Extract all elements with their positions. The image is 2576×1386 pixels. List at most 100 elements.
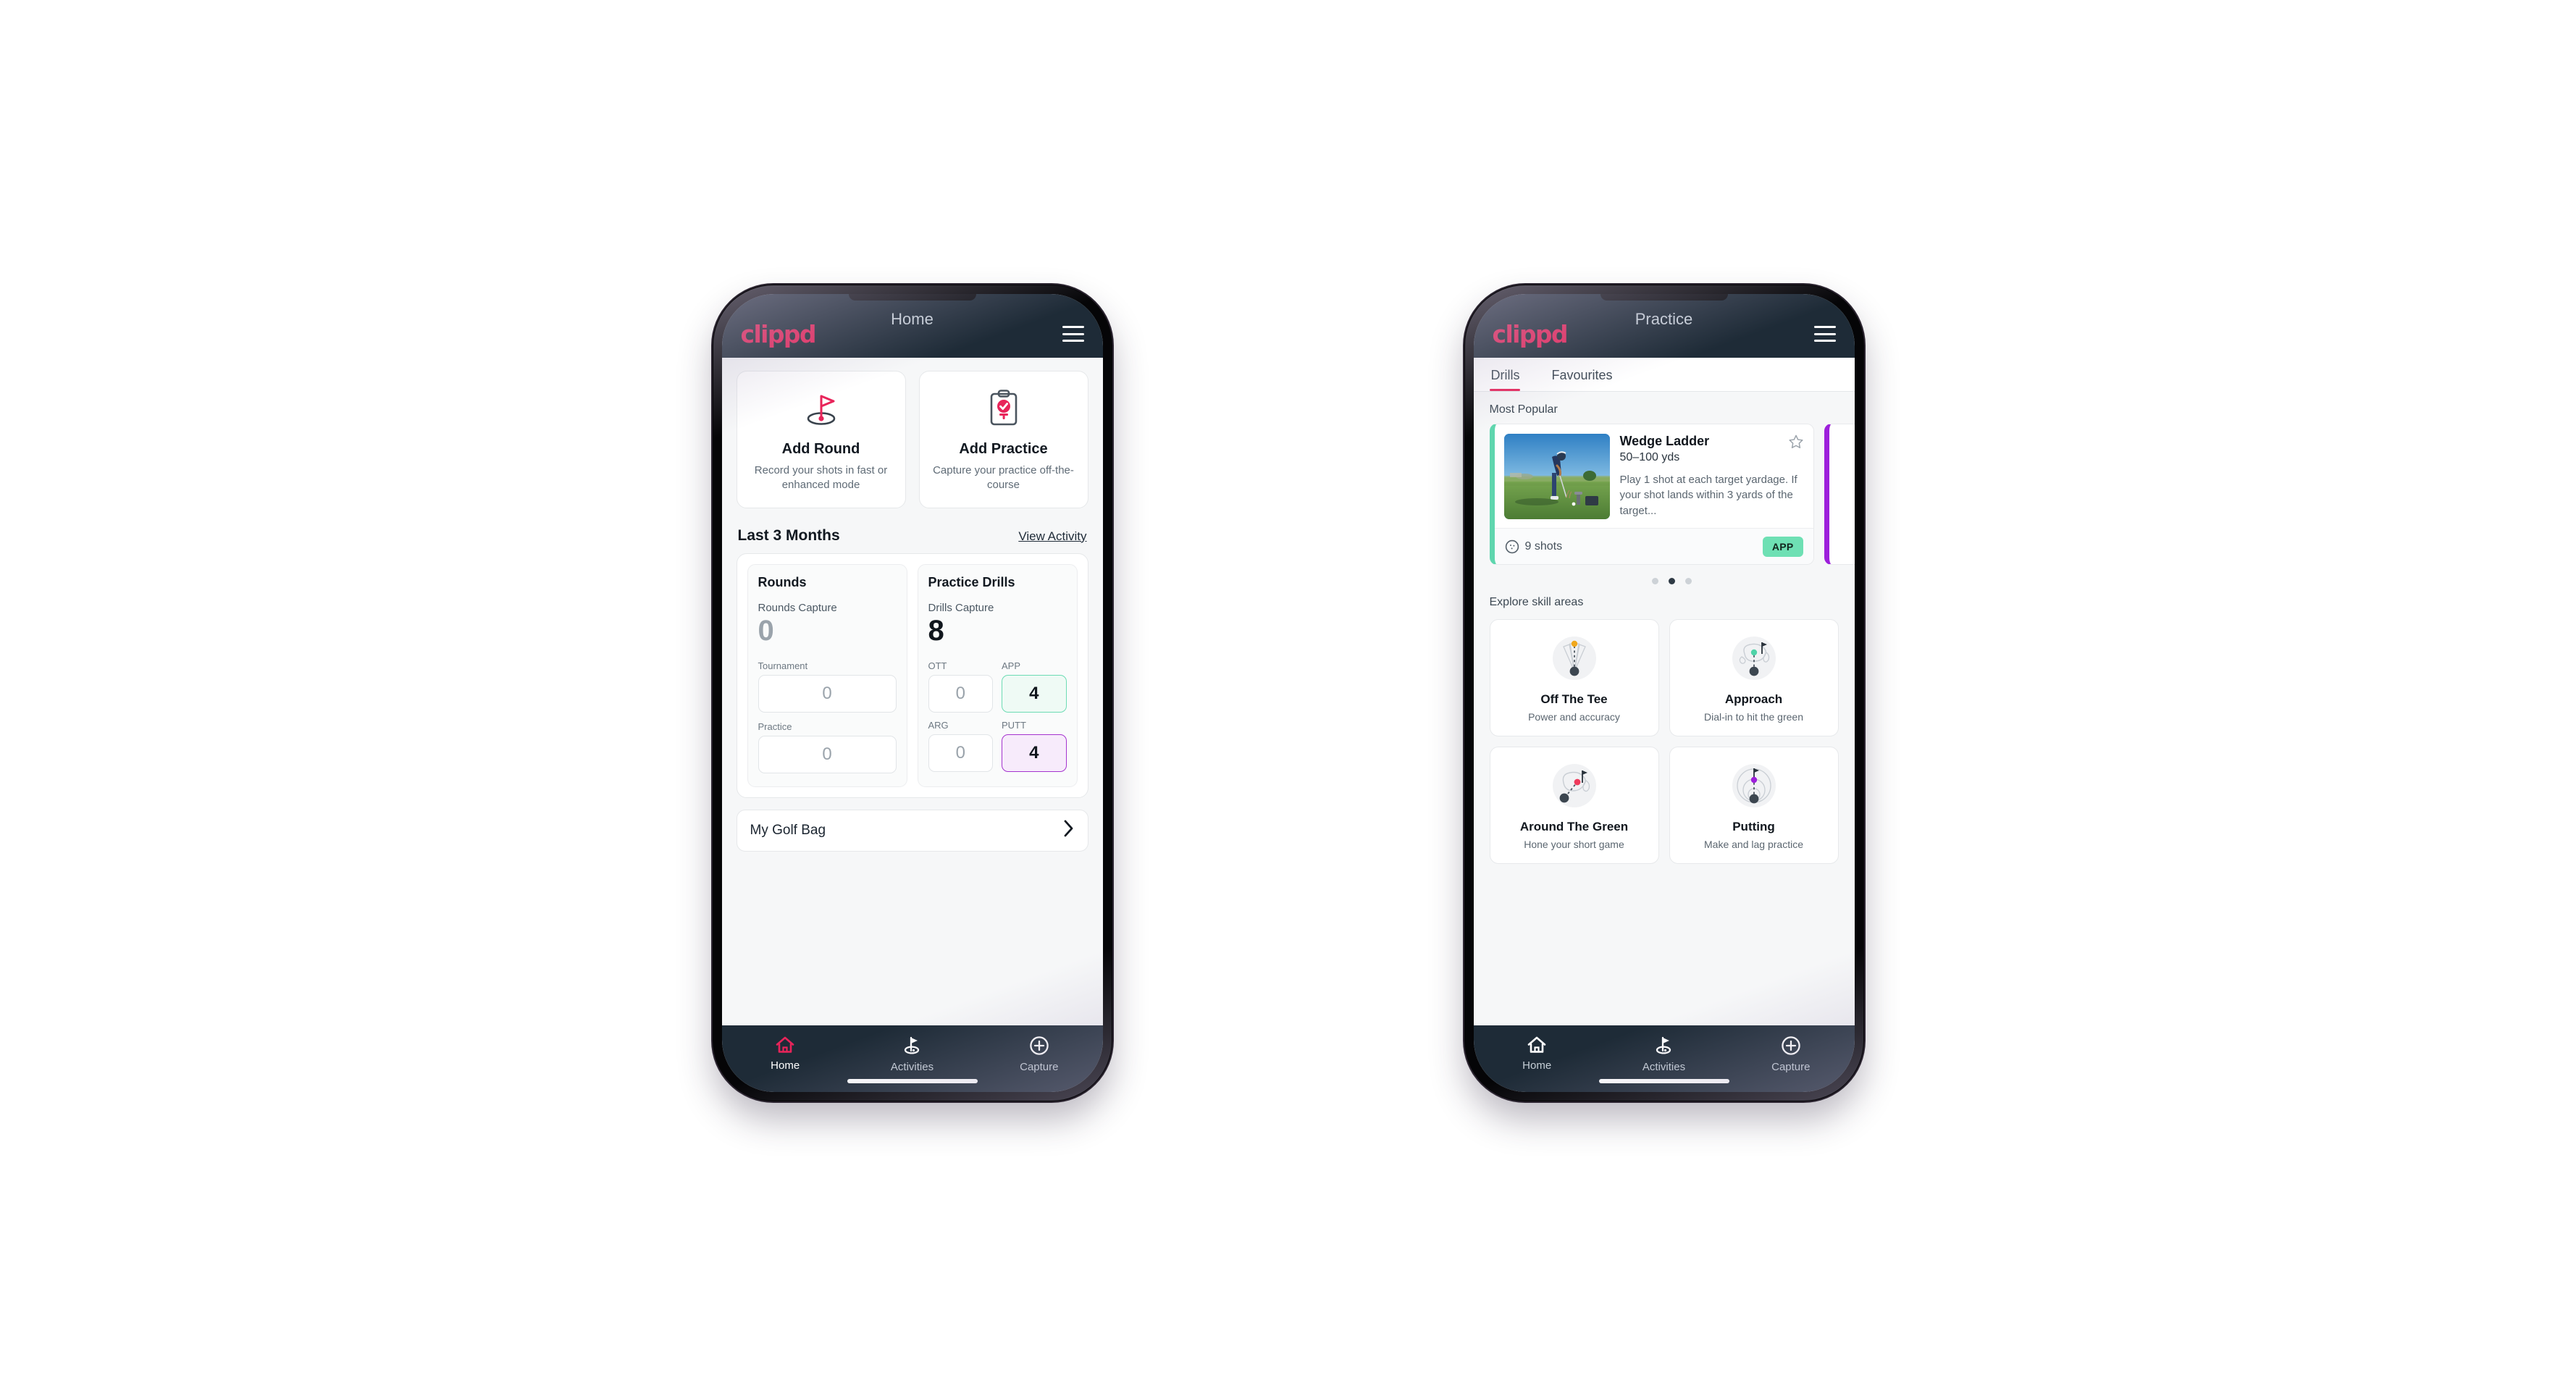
my-golf-bag-row[interactable]: My Golf Bag	[736, 809, 1088, 852]
tab-drills[interactable]: Drills	[1489, 358, 1532, 391]
skill-name: Around The Green	[1519, 820, 1629, 833]
my-golf-bag-label: My Golf Bag	[750, 822, 826, 838]
drills-field-putt: PUTT 4	[1002, 720, 1067, 772]
nav-label-activities: Activities	[1642, 1061, 1686, 1073]
section-title: Last 3 Months	[737, 526, 840, 544]
skill-sub: Hone your short game	[1524, 839, 1624, 850]
drills-field-arg: ARG 0	[928, 719, 993, 772]
skill-card-putting[interactable]: Putting Make and lag practice	[1669, 747, 1839, 864]
nav-label-activities: Activities	[890, 1061, 934, 1073]
drill-card[interactable]: Wedge Ladder 50–100 yds Play 1 shot at e…	[1489, 424, 1814, 565]
golf-activities-icon	[905, 1036, 920, 1054]
golf-ball-icon	[1505, 539, 1519, 553]
drill-card-footer: 9 shots APP	[1494, 528, 1813, 564]
home-indicator	[847, 1079, 978, 1083]
home-screen: clippd Home Add Round Record your shots …	[721, 294, 1103, 1092]
app-value-box[interactable]: 4	[1002, 674, 1067, 713]
add-practice-card[interactable]: Add Practice Capture your practice off-t…	[918, 371, 1088, 508]
nav-label-capture: Capture	[1020, 1061, 1059, 1073]
practice-tabs: Drills Favourites	[1473, 358, 1855, 392]
clippd-logo[interactable]: clippd	[741, 322, 817, 346]
skill-name: Putting	[1732, 820, 1775, 833]
nav-item-home[interactable]: Home	[722, 1036, 849, 1072]
skill-card-off-the-tee[interactable]: Off The Tee Power and accuracy	[1489, 619, 1659, 736]
explore-skill-areas-label: Explore skill areas	[1489, 596, 1584, 608]
nav-item-activities[interactable]: Activities	[1600, 1036, 1727, 1073]
home-indicator	[1598, 1079, 1729, 1083]
field-label: Practice	[758, 721, 792, 732]
field-label: PUTT	[1002, 719, 1026, 731]
carousel-dot-1[interactable]	[1652, 578, 1658, 584]
around-the-green-icon	[1496, 759, 1653, 812]
screenshot-stage: clippd Home Add Round Record your shots …	[0, 0, 2576, 1386]
golfer-chipping-photo	[1503, 434, 1610, 519]
phone-notch	[1600, 294, 1728, 301]
drill-info: Wedge Ladder 50–100 yds Play 1 shot at e…	[1620, 434, 1804, 519]
nav-item-capture[interactable]: Capture	[976, 1036, 1102, 1073]
phone-notch	[848, 294, 976, 301]
skill-sub: Dial-in to hit the green	[1704, 711, 1803, 723]
home-icon	[776, 1036, 794, 1053]
carousel-dot-3[interactable]	[1685, 578, 1692, 584]
clippd-logo[interactable]: clippd	[1493, 322, 1569, 346]
field-label: ARG	[928, 719, 949, 731]
rounds-field-tournament: Tournament 0	[758, 660, 897, 713]
off-the-tee-icon	[1496, 631, 1653, 685]
skill-card-around-the-green[interactable]: Around The Green Hone your short game	[1489, 747, 1659, 864]
hamburger-icon[interactable]	[1813, 326, 1836, 342]
most-popular-label: Most Popular	[1489, 403, 1558, 416]
drill-card-next-peek[interactable]	[1824, 424, 1855, 565]
clipboard-check-icon	[927, 387, 1081, 429]
rounds-capture-value: 0	[758, 614, 774, 647]
home-bottom-nav: Home Activities Capture	[721, 1025, 1103, 1092]
tab-favourites[interactable]: Favourites	[1551, 358, 1624, 391]
skill-sub: Power and accuracy	[1528, 711, 1620, 723]
home-appbar: clippd Home	[721, 294, 1103, 358]
add-round-title: Add Round	[781, 441, 860, 457]
drill-title: Wedge Ladder	[1619, 434, 1710, 448]
skill-areas-grid: Off The Tee Power and accuracy Approach …	[1474, 616, 1855, 864]
practice-screen: clippd Practice Drills Favourites Most P…	[1473, 294, 1855, 1092]
add-round-card[interactable]: Add Round Record your shots in fast or e…	[736, 371, 906, 508]
field-label: OTT	[928, 660, 947, 671]
phone-home: clippd Home Add Round Record your shots …	[712, 285, 1112, 1101]
drill-title-row: Wedge Ladder 50–100 yds	[1620, 434, 1804, 464]
plus-circle-icon	[1782, 1036, 1800, 1055]
stats-panel: Rounds Rounds Capture 0 Tournament 0 Pra…	[736, 553, 1088, 798]
practice-appbar: clippd Practice	[1473, 294, 1855, 358]
add-practice-title: Add Practice	[959, 441, 1048, 457]
drill-card-top: Wedge Ladder 50–100 yds Play 1 shot at e…	[1495, 424, 1813, 528]
carousel-dot-2[interactable]	[1669, 578, 1675, 584]
ott-value-box[interactable]: 0	[928, 674, 993, 713]
carousel-dots	[1490, 565, 1855, 584]
drill-shots-label: 9 shots	[1524, 539, 1563, 553]
drills-fields-grid: OTT 0 APP 4 ARG 0 PUTT 4	[928, 660, 1067, 772]
star-outline-icon[interactable]	[1788, 434, 1804, 453]
rounds-fields: Tournament 0 Practice 0	[758, 660, 897, 773]
drill-carousel[interactable]: Wedge Ladder 50–100 yds Play 1 shot at e…	[1474, 424, 1855, 584]
home-icon	[1527, 1036, 1546, 1053]
chevron-right-icon	[1063, 819, 1075, 841]
rounds-field-practice: Practice 0	[758, 721, 897, 773]
putting-icon	[1676, 759, 1832, 812]
tournament-value-box[interactable]: 0	[758, 674, 897, 713]
nav-item-activities[interactable]: Activities	[849, 1036, 976, 1073]
hamburger-icon[interactable]	[1062, 326, 1084, 342]
nav-item-capture[interactable]: Capture	[1727, 1036, 1854, 1073]
plus-circle-icon	[1030, 1036, 1049, 1055]
putt-value-box[interactable]: 4	[1002, 734, 1067, 772]
field-label: APP	[1002, 660, 1021, 671]
skill-card-approach[interactable]: Approach Dial-in to hit the green	[1669, 619, 1839, 736]
golf-flag-icon	[744, 387, 898, 429]
drill-shots: 9 shots	[1505, 539, 1563, 554]
nav-label-home: Home	[1522, 1059, 1552, 1072]
nav-item-home[interactable]: Home	[1474, 1036, 1600, 1072]
approach-icon	[1676, 631, 1832, 685]
add-round-subtitle: Record your shots in fast or enhanced mo…	[754, 464, 888, 492]
view-activity-link[interactable]: View Activity	[1018, 529, 1086, 544]
quick-actions-row: Add Round Record your shots in fast or e…	[722, 358, 1103, 508]
skill-name: Off The Tee	[1540, 692, 1608, 706]
arg-value-box[interactable]: 0	[928, 734, 993, 772]
practice-value-box[interactable]: 0	[758, 735, 897, 773]
practice-bottom-nav: Home Activities Capture	[1473, 1025, 1855, 1092]
